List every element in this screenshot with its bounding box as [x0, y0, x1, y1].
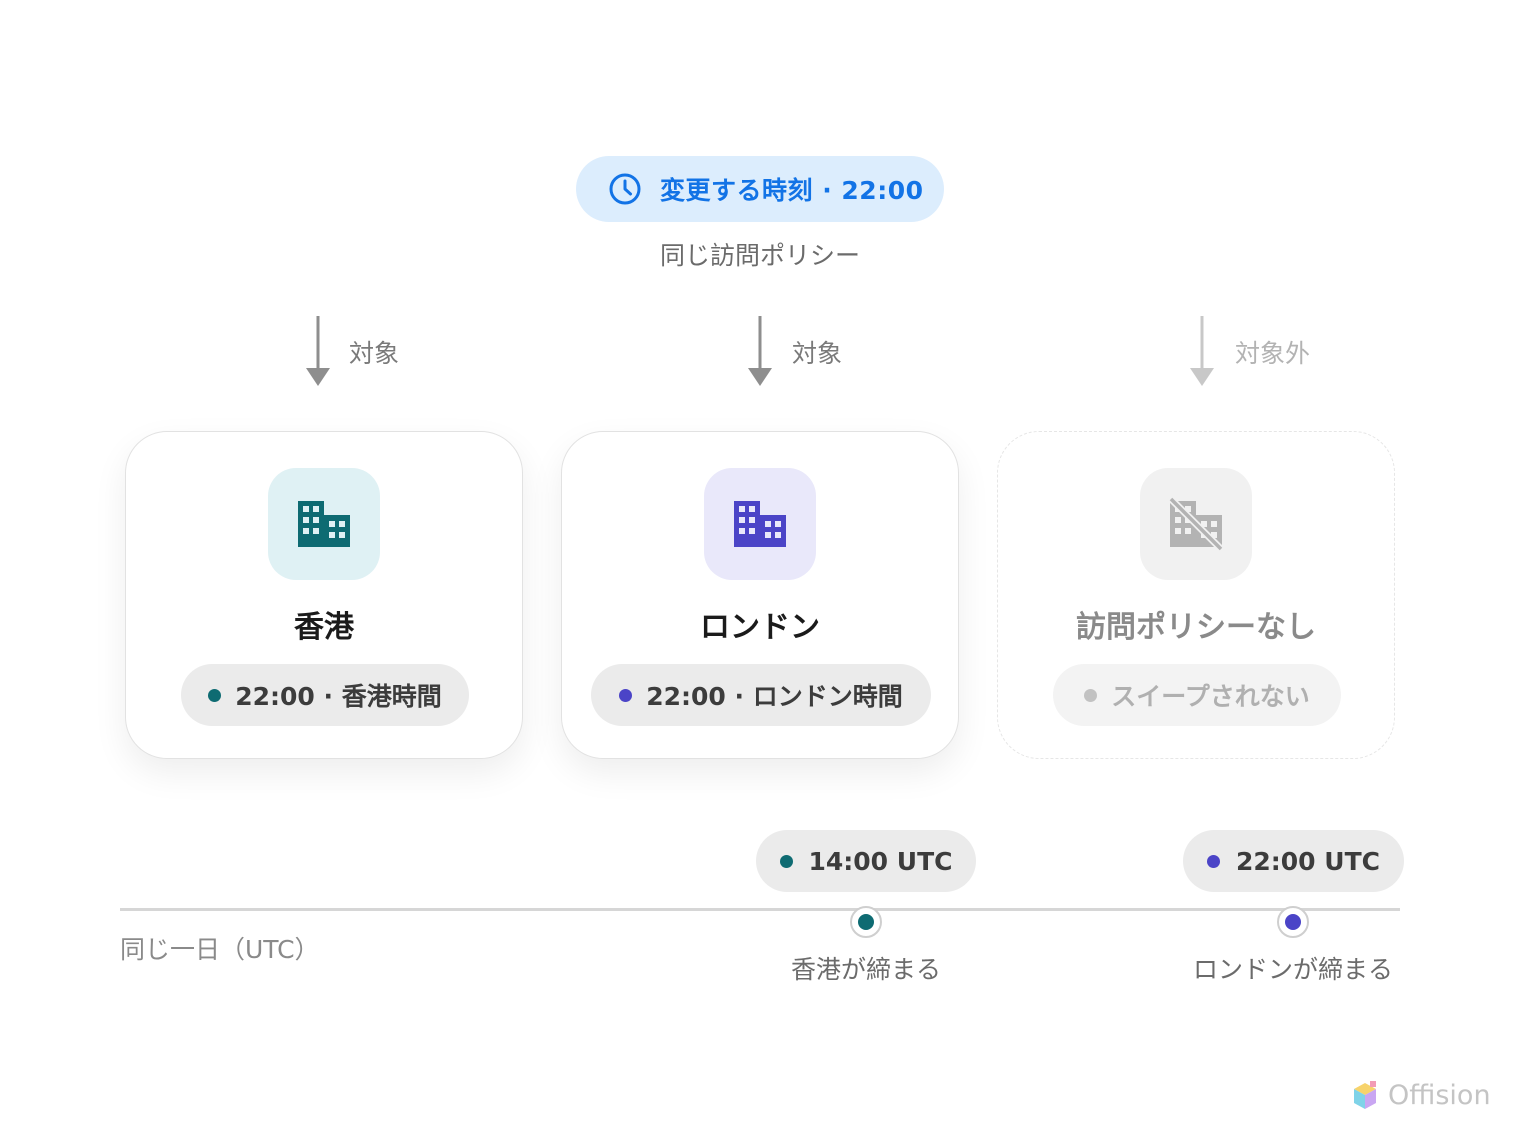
arrow-label-london: 対象: [792, 339, 843, 368]
change-time-pill: 変更する時刻 · 22:00: [576, 156, 944, 222]
utc-time-badge-hongkong: 14:00 UTC: [756, 830, 976, 892]
timeline-event-label: ロンドンが締まる: [1192, 955, 1393, 984]
timeline-axis: [120, 908, 1400, 911]
badge-text: スイープされない: [1111, 682, 1310, 711]
badge-text: 22:00 · 香港時間: [235, 682, 442, 711]
down-arrow-icon: [1190, 316, 1214, 386]
status-dot: [779, 854, 793, 868]
status-dot: [1084, 688, 1098, 702]
utc-time-text: 14:00 UTC: [808, 846, 953, 876]
timeline-marker-london: [1277, 906, 1309, 938]
utc-time-text: 22:00 UTC: [1236, 846, 1380, 876]
status-dot: [619, 688, 633, 702]
sweep-status-badge: スイープされない: [1053, 664, 1341, 726]
timeline-event-label: 香港が締まる: [790, 955, 941, 984]
status-dot: [208, 688, 222, 702]
status-dot: [1207, 854, 1220, 868]
local-time-badge: 22:00 · 香港時間: [181, 664, 469, 726]
arrow-label-hongkong: 対象: [349, 339, 400, 368]
building-icon: [704, 468, 816, 580]
brand-mark-icon: [1354, 1080, 1376, 1109]
card-title: 訪問ポリシーなし: [1076, 610, 1316, 645]
arrow-label-excluded: 対象外: [1235, 339, 1311, 368]
policy-subtitle: 同じ訪問ポリシー: [659, 241, 860, 270]
card-title: 香港: [294, 610, 354, 645]
card-no-policy: 訪問ポリシーなし スイープされない: [997, 431, 1395, 759]
down-arrow-icon: [306, 316, 330, 386]
local-time-badge: 22:00 · ロンドン時間: [591, 664, 931, 726]
timeline-marker-hongkong: [850, 906, 882, 938]
brand-logo: Offision: [1352, 1080, 1491, 1111]
down-arrow-icon: [748, 316, 772, 386]
change-time-label: 変更する時刻 · 22:00: [660, 176, 924, 205]
timeline-axis-label: 同じ一日（UTC）: [120, 935, 320, 964]
brand-name: Offision: [1388, 1080, 1491, 1111]
card-london: ロンドン 22:00 · ロンドン時間: [561, 431, 959, 759]
badge-text: 22:00 · ロンドン時間: [646, 682, 903, 711]
building-icon: [268, 468, 380, 580]
clock-icon: [608, 172, 642, 206]
building-off-icon: [1140, 468, 1252, 580]
utc-time-badge-london: 22:00 UTC: [1183, 830, 1404, 892]
card-hongkong: 香港 22:00 · 香港時間: [125, 431, 523, 759]
card-title: ロンドン: [700, 610, 820, 645]
